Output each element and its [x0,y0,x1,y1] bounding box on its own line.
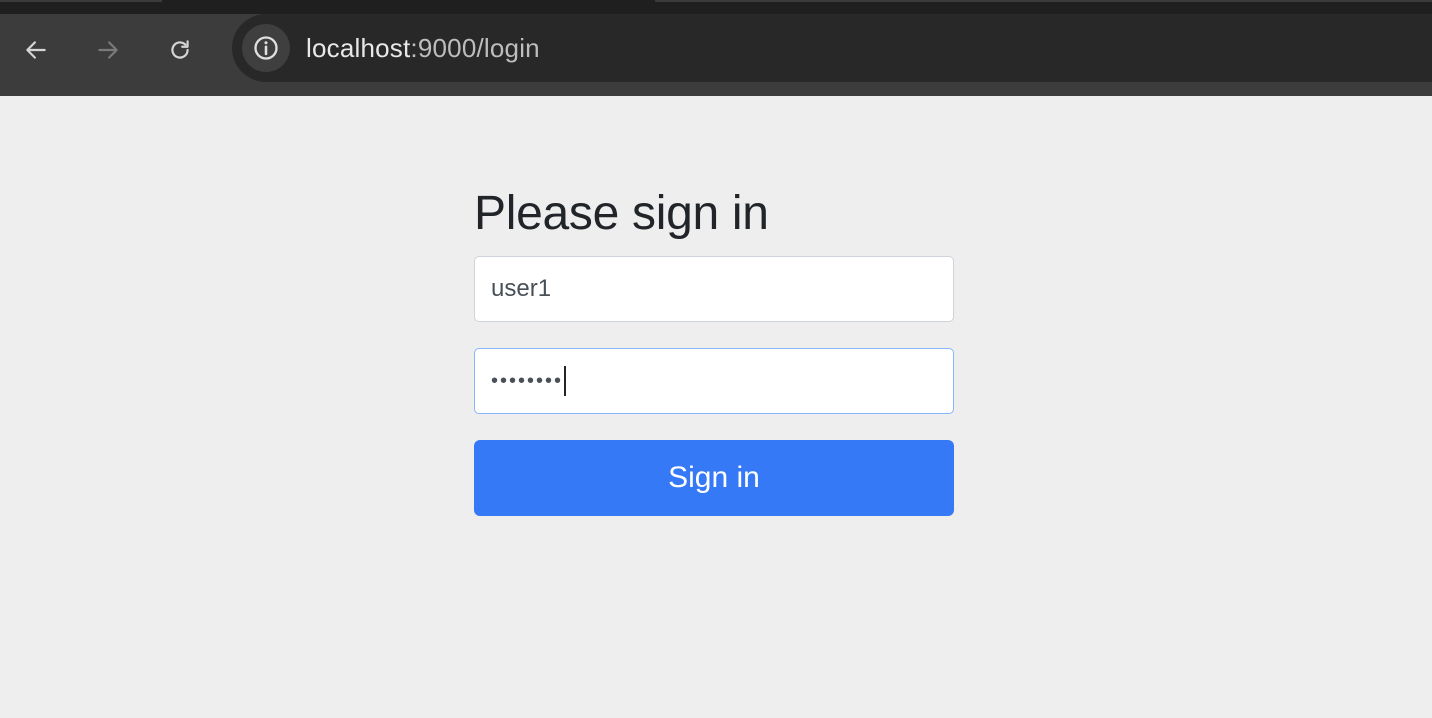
password-value: •••••••• [491,369,564,392]
url-path: :9000/login [410,33,540,63]
browser-toolbar: localhost:9000/login [0,14,1432,96]
tab-strip [0,0,1432,14]
back-button[interactable] [16,30,56,70]
password-field[interactable]: •••••••• [474,348,954,414]
tab-edge-right [655,0,1432,2]
forward-button[interactable] [88,30,128,70]
tab-edge-left [0,0,162,2]
url-host: localhost [306,33,411,63]
site-info-button[interactable] [242,24,290,72]
url-text[interactable]: localhost:9000/login [306,32,540,64]
arrow-right-icon [98,41,118,59]
reload-button[interactable] [160,30,200,70]
address-bar[interactable]: localhost:9000/login [232,14,1432,82]
username-value: user1 [491,275,552,302]
info-icon [254,36,278,60]
username-field[interactable]: user1 [474,256,954,322]
arrow-left-icon [26,41,46,59]
browser-chrome: localhost:9000/login [0,0,1432,96]
page-title: Please sign in [474,187,769,240]
sign-in-button[interactable]: Sign in [474,440,954,516]
reload-icon [171,40,189,59]
text-caret [564,366,567,396]
signin-form: Please sign in user1 •••••••• Sign in [474,180,954,516]
